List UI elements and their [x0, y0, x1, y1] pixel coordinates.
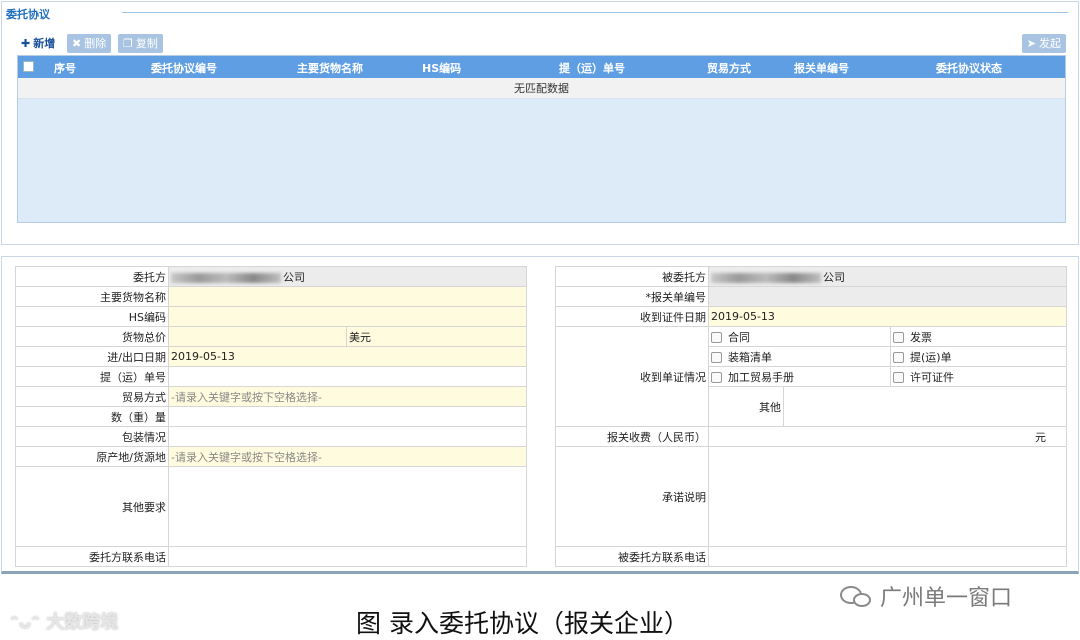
- column-header-agreement-no[interactable]: 委托协议编号: [151, 60, 217, 76]
- title-divider: [122, 12, 1068, 13]
- panel-title: 委托协议: [6, 8, 50, 21]
- currency-select[interactable]: 美元: [346, 326, 527, 347]
- agent-phone-input[interactable]: [707, 546, 1068, 567]
- client-form: 委托方 公司 主要货物名称 HS编码 货物总价 美元 进/出口日期 2019-0…: [15, 266, 527, 567]
- bill-no-label: 提（运）单号: [15, 366, 169, 387]
- other-req-textarea[interactable]: [168, 466, 527, 547]
- delete-button[interactable]: ✖ 删除: [67, 34, 112, 53]
- doc-date-label: 收到证件日期: [555, 306, 709, 327]
- grid-header: 序号 委托协议编号 主要货物名称 HS编码 提（运）单号 贸易方式 报关单编号 …: [18, 56, 1065, 78]
- select-all-checkbox[interactable]: [23, 61, 34, 72]
- hs-code-label: HS编码: [15, 306, 169, 327]
- toolbar: ✚ 新增 ✖ 删除 ❐ 复制 ➤ 发起: [16, 34, 1066, 54]
- redacted-text: [171, 272, 281, 283]
- ie-date-input[interactable]: 2019-05-13: [168, 346, 527, 367]
- trade-mode-label: 贸易方式: [15, 386, 169, 407]
- docs-other-input[interactable]: [782, 386, 1068, 427]
- add-button-label: 新增: [33, 36, 56, 50]
- decl-no-field[interactable]: [707, 286, 1068, 307]
- fee-unit: 元: [1035, 430, 1047, 444]
- grid-empty-row: 无匹配数据: [18, 78, 1065, 99]
- client-label: 委托方: [15, 266, 169, 287]
- origin-label: 原产地/货源地: [15, 446, 169, 467]
- ie-date-label: 进/出口日期: [15, 346, 169, 367]
- agent-field[interactable]: 公司: [707, 266, 1068, 287]
- client-phone-input[interactable]: [168, 546, 527, 567]
- plus-icon: ✚: [21, 36, 31, 50]
- packing-input[interactable]: [168, 426, 527, 447]
- manual-checkbox[interactable]: [711, 372, 722, 383]
- goods-name-input[interactable]: [168, 286, 527, 307]
- column-header-status[interactable]: 委托协议状态: [936, 60, 1002, 76]
- watermark-left: ᵔᴗᵔ 大数跨境: [10, 612, 119, 633]
- column-header-trade-mode[interactable]: 贸易方式: [707, 60, 751, 76]
- paper-plane-icon: ➤: [1026, 36, 1036, 50]
- agent-form: 被委托方 公司 *报关单编号 收到证件日期 2019-05-13 收到单证情况 …: [555, 266, 1068, 567]
- column-header-goods-name[interactable]: 主要货物名称: [297, 60, 363, 76]
- invoice-checkbox[interactable]: [893, 332, 904, 343]
- wechat-icon: [840, 584, 874, 608]
- quantity-label: 数（重）量: [15, 406, 169, 427]
- total-price-label: 货物总价: [15, 326, 169, 347]
- fee-label: 报关收费（人民币）: [555, 426, 709, 447]
- close-icon: ✖: [72, 36, 82, 50]
- decl-no-label: *报关单编号: [555, 286, 709, 307]
- bill-checkbox[interactable]: [893, 352, 904, 363]
- doc-date-input[interactable]: 2019-05-13: [707, 306, 1068, 327]
- packing-list-checkbox[interactable]: [711, 352, 722, 363]
- send-button[interactable]: ➤ 发起: [1021, 34, 1066, 53]
- agent-label: 被委托方: [555, 266, 709, 287]
- doc-license-option[interactable]: 许可证件: [889, 366, 1068, 387]
- delete-button-label: 删除: [84, 36, 107, 50]
- other-req-label: 其他要求: [15, 466, 169, 547]
- bill-no-input[interactable]: [168, 366, 527, 387]
- goods-name-label: 主要货物名称: [15, 286, 169, 307]
- docs-label: 收到单证情况: [555, 326, 709, 427]
- figure-caption: 图 录入委托协议（报关企业）: [356, 609, 689, 638]
- column-header-bill-no[interactable]: 提（运）单号: [559, 60, 625, 76]
- doc-contract-option[interactable]: 合同: [708, 326, 891, 347]
- license-checkbox[interactable]: [893, 372, 904, 383]
- agreement-form-panel: 委托方 公司 主要货物名称 HS编码 货物总价 美元 进/出口日期 2019-0…: [1, 256, 1079, 574]
- doc-packing-list-option[interactable]: 装箱清单: [708, 346, 891, 367]
- contract-checkbox[interactable]: [711, 332, 722, 343]
- trade-mode-input[interactable]: -请录入关键字或按下空格选择-: [168, 386, 527, 407]
- agent-phone-label: 被委托方联系电话: [555, 546, 709, 567]
- fee-input[interactable]: 元: [707, 426, 1068, 447]
- packing-label: 包装情况: [15, 426, 169, 447]
- watermark-logo-icon: ᵔᴗᵔ: [10, 612, 47, 633]
- copy-button[interactable]: ❐ 复制: [118, 34, 163, 53]
- column-header-decl-no[interactable]: 报关单编号: [794, 60, 849, 76]
- column-header-hs-code[interactable]: HS编码: [422, 60, 461, 76]
- add-button[interactable]: ✚ 新增: [16, 34, 60, 53]
- doc-manual-option[interactable]: 加工贸易手册: [708, 366, 891, 387]
- quantity-input[interactable]: [168, 406, 527, 427]
- hs-code-input[interactable]: [168, 306, 527, 327]
- doc-bill-option[interactable]: 提(运)单: [889, 346, 1068, 367]
- redacted-text: [711, 272, 821, 283]
- agreement-grid: 序号 委托协议编号 主要货物名称 HS编码 提（运）单号 贸易方式 报关单编号 …: [17, 55, 1066, 223]
- promise-label: 承诺说明: [555, 446, 709, 547]
- origin-input[interactable]: -请录入关键字或按下空格选择-: [168, 446, 527, 467]
- client-field[interactable]: 公司: [168, 266, 527, 287]
- watermark-right: 广州单一窗口: [840, 580, 1012, 612]
- send-button-label: 发起: [1039, 36, 1061, 50]
- total-price-input[interactable]: [168, 326, 347, 347]
- promise-textarea[interactable]: [707, 446, 1068, 547]
- client-phone-label: 委托方联系电话: [15, 546, 169, 567]
- copy-button-label: 复制: [135, 36, 158, 50]
- docs-other-label: 其他: [708, 386, 784, 427]
- doc-invoice-option[interactable]: 发票: [889, 326, 1068, 347]
- column-header-index[interactable]: 序号: [54, 60, 76, 76]
- agreement-list-panel: 委托协议 ✚ 新增 ✖ 删除 ❐ 复制 ➤ 发起 序号 委托协议编号 主要货物名…: [1, 1, 1079, 245]
- copy-icon: ❐: [123, 36, 133, 50]
